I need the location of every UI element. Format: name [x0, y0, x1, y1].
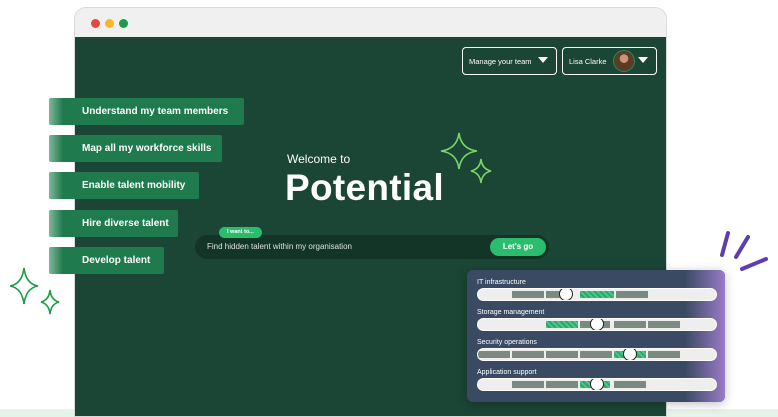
skills-panel: IT infrastructure Storage management Sec…: [467, 270, 725, 402]
tab-talent-mobility[interactable]: Enable talent mobility: [49, 172, 199, 199]
skill-row: Application support: [477, 369, 717, 391]
lets-go-button[interactable]: Let's go: [490, 238, 546, 256]
skill-slider[interactable]: [477, 318, 717, 331]
skill-label: Application support: [477, 369, 537, 376]
user-name: Lisa Clarke: [569, 56, 607, 66]
tab-label: Hire diverse talent: [82, 218, 169, 229]
page-title: Potential: [285, 167, 444, 208]
manage-team-dropdown[interactable]: Manage your team: [462, 47, 557, 75]
tab-label: Develop talent: [82, 255, 151, 266]
chevron-down-icon: [538, 57, 548, 63]
tab-label: Understand my team members: [82, 106, 229, 117]
tab-understand-team[interactable]: Understand my team members: [49, 98, 244, 125]
tab-develop-talent[interactable]: Develop talent: [49, 247, 164, 274]
minimize-dot-icon[interactable]: [105, 19, 114, 28]
skill-slider[interactable]: [477, 378, 717, 391]
skill-slider[interactable]: [477, 288, 717, 301]
skill-knob[interactable]: [622, 349, 637, 360]
sparkle-icon: [440, 132, 492, 184]
skill-slider[interactable]: [477, 348, 717, 361]
skill-label: IT infrastructure: [477, 279, 526, 286]
welcome-text: Welcome to: [287, 152, 351, 166]
i-want-to-badge: I want to...: [219, 227, 262, 238]
search-bar[interactable]: Find hidden talent within my organisatio…: [195, 235, 549, 259]
skill-row: Storage management: [477, 309, 717, 331]
maximize-dot-icon[interactable]: [119, 19, 128, 28]
user-dropdown[interactable]: Lisa Clarke: [562, 47, 657, 75]
window-titlebar: [75, 8, 666, 37]
tab-map-skills[interactable]: Map all my workforce skills: [49, 135, 222, 162]
skill-knob[interactable]: [558, 289, 573, 300]
manage-team-label: Manage your team: [469, 56, 532, 66]
tab-hire-diverse[interactable]: Hire diverse talent: [49, 210, 178, 237]
skill-knob[interactable]: [589, 319, 604, 330]
skill-knob[interactable]: [589, 379, 604, 390]
tab-label: Enable talent mobility: [82, 180, 186, 191]
skill-label: Security operations: [477, 339, 537, 346]
skill-label: Storage management: [477, 309, 545, 316]
skill-row: Security operations: [477, 339, 717, 361]
close-dot-icon[interactable]: [91, 19, 100, 28]
chevron-down-icon: [638, 57, 648, 63]
accent-strokes-icon: [720, 231, 768, 271]
tab-label: Map all my workforce skills: [82, 143, 212, 154]
search-input[interactable]: Find hidden talent within my organisatio…: [207, 242, 352, 251]
avatar: [613, 50, 635, 72]
skill-row: IT infrastructure: [477, 279, 717, 301]
